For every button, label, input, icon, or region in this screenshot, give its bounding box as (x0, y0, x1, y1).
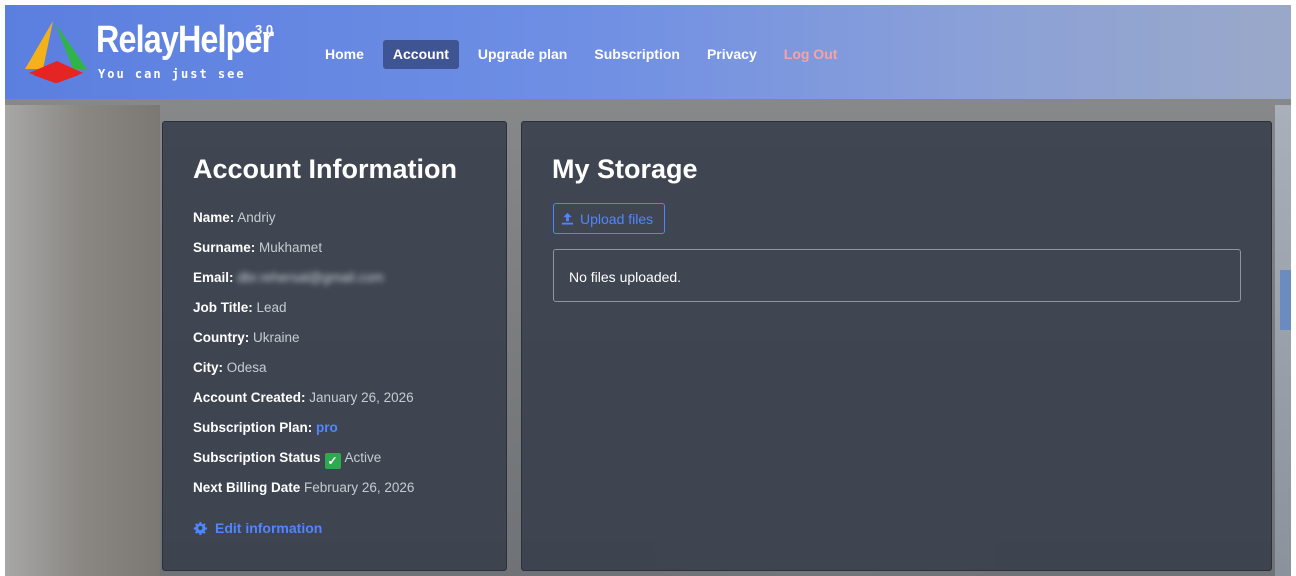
info-value: Andriy (237, 210, 276, 225)
info-key: Country (193, 330, 245, 345)
info-key: Subscription Plan (193, 420, 308, 435)
subscription-plan-value: pro (316, 420, 338, 435)
my-storage-card: My Storage Upload files No files uploade… (521, 121, 1272, 571)
info-separator: : (229, 210, 235, 225)
info-key: Next Billing Date (193, 480, 301, 495)
no-files-message: No files uploaded. (569, 269, 682, 285)
upload-icon (561, 212, 574, 225)
account-information-card: Account Information Name: Andriy Surname… (162, 121, 507, 571)
main-nav: Home Account Upgrade plan Subscription P… (317, 40, 856, 69)
info-value: Ukraine (253, 330, 300, 345)
info-row-subscription-plan: Subscription Plan: pro (193, 420, 414, 450)
info-row-city: City: Odesa (193, 360, 414, 390)
info-value: January 26, 2026 (309, 390, 414, 405)
info-row-country: Country: Ukraine (193, 330, 414, 360)
info-row-job-title: Job Title: Lead (193, 300, 414, 330)
info-separator: : (307, 420, 313, 435)
checkmark-icon: ✓ (324, 453, 341, 469)
edit-information-label: Edit information (215, 520, 323, 536)
background-blur-right (1275, 105, 1291, 576)
info-key: Email (193, 270, 230, 285)
upload-files-button[interactable]: Upload files (553, 203, 665, 234)
nav-home[interactable]: Home (317, 40, 372, 69)
info-key: Subscription Status (193, 450, 321, 465)
info-key: Surname (193, 240, 251, 255)
background-blur-accent (1280, 270, 1291, 330)
account-info-list: Name: Andriy Surname: Mukhamet Email: db… (193, 210, 414, 510)
info-key: City (193, 360, 219, 375)
info-separator: : (229, 270, 234, 285)
subscription-status-value: Active (344, 450, 382, 465)
info-key: Name (193, 210, 230, 225)
brand-version: 3.0 (255, 22, 274, 37)
brand-tagline: You can just see (98, 67, 246, 81)
my-storage-title: My Storage (552, 154, 698, 184)
info-row-next-billing-date: Next Billing Date February 26, 2026 (193, 480, 414, 510)
nav-account[interactable]: Account (382, 40, 459, 69)
info-value: Odesa (226, 360, 267, 375)
info-key: Account Created (193, 390, 302, 405)
info-separator: : (244, 330, 250, 345)
background-blur-left (5, 105, 160, 576)
top-navbar: RelayHelper 3.0 You can just see Home Ac… (5, 5, 1291, 99)
edit-information-link[interactable]: Edit information (193, 520, 322, 536)
nav-log-out[interactable]: Log Out (776, 40, 846, 69)
nav-upgrade-plan[interactable]: Upgrade plan (470, 40, 575, 69)
tri-color-logo-icon[interactable] (21, 21, 91, 83)
info-row-email: Email: dbr.rehersal@gmail.com (193, 270, 414, 300)
info-separator: : (301, 390, 306, 405)
info-key: Job Title (193, 300, 249, 315)
account-information-title: Account Information (193, 154, 457, 184)
info-separator: : (248, 300, 253, 315)
info-row-account-created: Account Created: January 26, 2026 (193, 390, 414, 420)
info-value: February 26, 2026 (304, 480, 415, 495)
info-row-subscription-status: Subscription Status ✓ Active (193, 450, 414, 480)
info-value: Mukhamet (259, 240, 323, 255)
upload-files-label: Upload files (580, 210, 654, 227)
info-value: Lead (256, 300, 287, 315)
gear-icon (193, 521, 207, 535)
nav-subscription[interactable]: Subscription (586, 40, 688, 69)
info-row-name: Name: Andriy (193, 210, 414, 240)
brand-name[interactable]: RelayHelper (96, 19, 274, 61)
files-list-box: No files uploaded. (553, 249, 1241, 302)
info-row-surname: Surname: Mukhamet (193, 240, 414, 270)
info-separator: : (250, 240, 256, 255)
info-value-email: dbr.rehersal@gmail.com (237, 270, 384, 285)
info-separator: : (218, 360, 224, 375)
nav-privacy[interactable]: Privacy (699, 40, 765, 69)
